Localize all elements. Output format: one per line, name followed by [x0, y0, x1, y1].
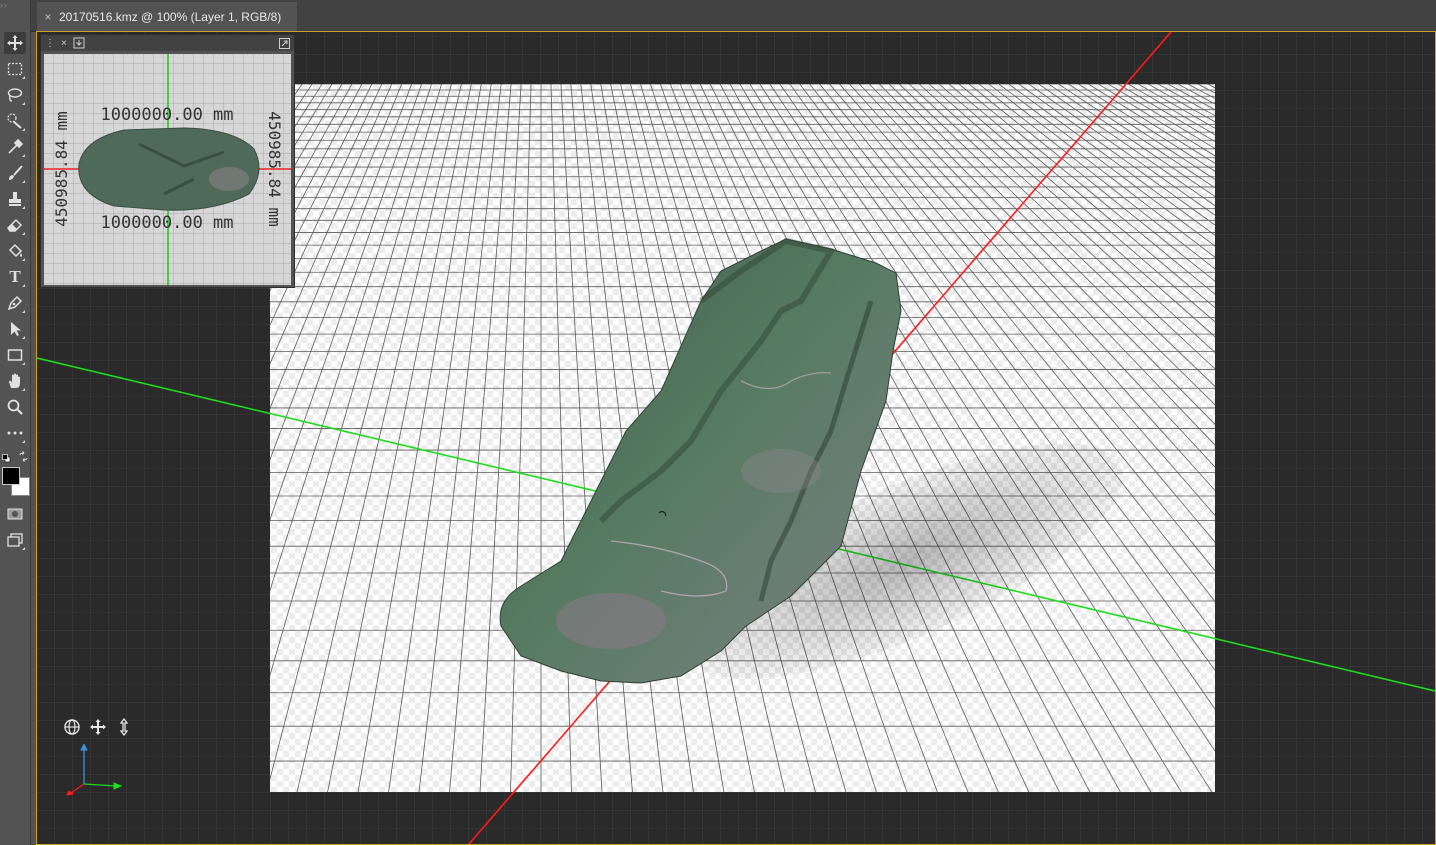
- move-icon: [7, 35, 23, 51]
- paint-bucket-tool-button[interactable]: [4, 240, 26, 262]
- type-icon: T: [9, 267, 21, 286]
- swap-colors-button[interactable]: [18, 449, 29, 462]
- move-tool-button[interactable]: [4, 32, 26, 54]
- panel-close-icon[interactable]: ×: [61, 38, 67, 49]
- navigator-header: ⋮ ×: [41, 35, 294, 51]
- swap-colors-icon: [19, 451, 28, 462]
- orbit-3d-camera-button[interactable]: [62, 717, 82, 737]
- default-colors-icon: [2, 454, 11, 463]
- submenu-corner: [22, 388, 25, 391]
- submenu-corner: [22, 76, 25, 79]
- orbit-3d-icon: [64, 719, 80, 735]
- submenu-corner: [22, 128, 25, 131]
- close-tab-icon[interactable]: ×: [37, 10, 59, 24]
- submenu-corner: [22, 310, 25, 313]
- dolly-3d-camera-button[interactable]: [114, 717, 134, 737]
- panel-grip[interactable]: ››: [0, 0, 30, 10]
- eraser-tool-button[interactable]: [4, 214, 26, 236]
- default-colors-button[interactable]: [2, 450, 11, 463]
- panel-menu-icon[interactable]: ⋮: [45, 38, 55, 49]
- navigator-top-dimension: 1000000.00 mm: [100, 105, 233, 125]
- navigator-terrain-village: [209, 167, 249, 191]
- screen-mode-button[interactable]: [4, 529, 26, 551]
- terrain-village: [556, 593, 666, 649]
- submenu-corner: [22, 102, 25, 105]
- 3d-camera-navigator-panel: ⋮ × 1000000.00 mm 1000000.00 mm 450985.8…: [40, 34, 295, 288]
- zoom-icon: [7, 399, 23, 415]
- edit-toolbar-button[interactable]: [4, 422, 26, 444]
- document-tab-title: 20170516.kmz @ 100% (Layer 1, RGB/8): [59, 9, 282, 24]
- navigator-top-view: 1000000.00 mm 1000000.00 mm 450985.84 mm…: [44, 54, 291, 285]
- lasso-tool-button[interactable]: [4, 84, 26, 106]
- navigator-right-dimension: 450985.84 mm: [265, 111, 284, 227]
- quick-mask-icon: [7, 508, 23, 520]
- pen-tool-button[interactable]: [4, 292, 26, 314]
- tools-panel: ›› T: [0, 0, 31, 845]
- document-tab-bar: × 20170516.kmz @ 100% (Layer 1, RGB/8): [31, 0, 1436, 32]
- submenu-corner: [22, 440, 25, 443]
- rectangle-tool-button[interactable]: [4, 344, 26, 366]
- submenu-corner: [22, 547, 25, 550]
- zoom-tool-button[interactable]: [4, 396, 26, 418]
- navigator-view[interactable]: 1000000.00 mm 1000000.00 mm 450985.84 mm…: [44, 54, 291, 285]
- rectangular-marquee-tool-button[interactable]: [4, 58, 26, 80]
- submenu-corner: [22, 180, 25, 183]
- submenu-corner: [22, 284, 25, 287]
- foreground-color-swatch[interactable]: [2, 467, 20, 485]
- gizmo-x-axis: [70, 783, 85, 794]
- submenu-corner: [22, 206, 25, 209]
- submenu-corner: [22, 258, 25, 261]
- gizmo-y-axis: [83, 783, 117, 787]
- axis-gizmo: [66, 744, 123, 796]
- dolly-3d-icon: [119, 718, 129, 736]
- submenu-corner: [22, 336, 25, 339]
- submenu-corner: [22, 232, 25, 235]
- path-selection-tool-button[interactable]: [4, 318, 26, 340]
- expand-panel-icon[interactable]: [279, 37, 290, 49]
- brush-tool-button[interactable]: [4, 162, 26, 184]
- quick-mask-button[interactable]: [4, 503, 26, 525]
- hand-tool-button[interactable]: [4, 370, 26, 392]
- navigator-left-dimension: 450985.84 mm: [52, 111, 71, 227]
- type-tool-button[interactable]: T: [4, 266, 26, 288]
- pan-3d-camera-button[interactable]: [88, 717, 108, 737]
- submenu-corner: [22, 362, 25, 365]
- terrain-clearing: [741, 449, 821, 493]
- view-menu-icon[interactable]: [73, 37, 85, 49]
- document-tab[interactable]: × 20170516.kmz @ 100% (Layer 1, RGB/8): [37, 2, 297, 31]
- eyedropper-tool-button[interactable]: [4, 136, 26, 158]
- clone-stamp-tool-button[interactable]: [4, 188, 26, 210]
- 3d-view-controls: [62, 717, 134, 737]
- navigator-bottom-dimension: 1000000.00 mm: [100, 213, 233, 233]
- gizmo-z-arrow: [80, 744, 88, 751]
- gizmo-y-arrow: [113, 782, 123, 790]
- pan-3d-icon: [90, 719, 106, 735]
- submenu-corner: [22, 154, 25, 157]
- quick-selection-tool-button[interactable]: [4, 110, 26, 132]
